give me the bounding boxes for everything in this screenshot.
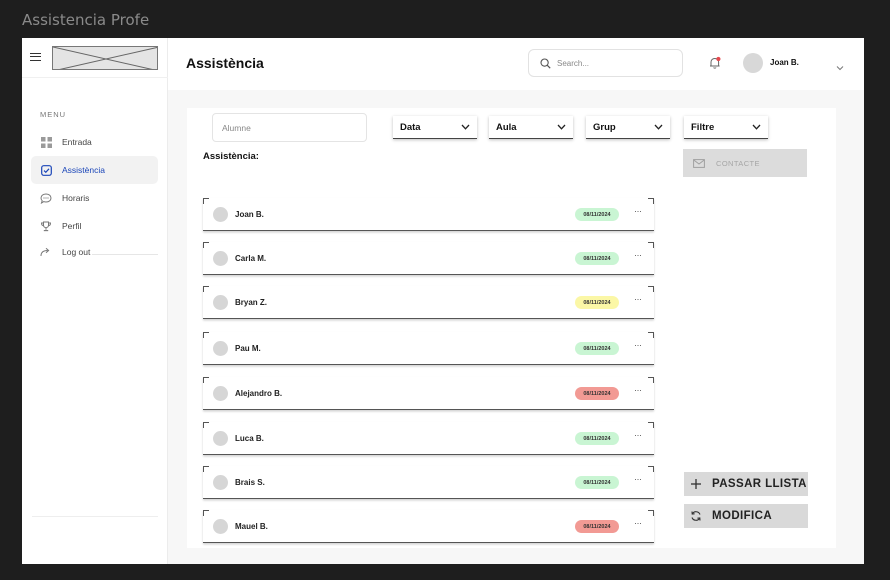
mail-icon	[693, 158, 705, 168]
list-item[interactable]: Mauel B. 08/11/2024 ···	[203, 510, 654, 543]
dropdown-filtre[interactable]: Filtre	[684, 116, 768, 139]
plus-icon	[690, 478, 702, 490]
search-input[interactable]	[557, 58, 667, 68]
sidebar-item-entrada[interactable]: Entrada	[31, 128, 158, 156]
passar-llista-label: PASSAR LLISTA	[712, 478, 807, 490]
student-name: Alejandro B.	[235, 389, 283, 398]
list-item[interactable]: Brais S. 08/11/2024 ···	[203, 466, 654, 499]
list-item[interactable]: Bryan Z. 08/11/2024 ···	[203, 286, 654, 319]
trophy-icon	[40, 220, 52, 232]
more-options-icon[interactable]: ···	[634, 294, 642, 304]
chevron-down-icon[interactable]	[836, 58, 844, 76]
student-name: Pau M.	[235, 344, 261, 353]
user-name[interactable]: Joan B.	[770, 58, 799, 67]
more-options-icon[interactable]: ···	[634, 206, 642, 216]
refresh-icon	[690, 510, 702, 522]
more-options-icon[interactable]: ···	[634, 518, 642, 528]
sidebar-item-label: Log out	[62, 247, 91, 257]
sidebar-item-label: Assistència	[62, 165, 105, 175]
sidebar-header	[22, 38, 168, 78]
divider	[32, 516, 158, 517]
chevron-down-icon	[752, 122, 761, 133]
student-name: Joan B.	[235, 210, 264, 219]
dropdown-label: Filtre	[691, 121, 715, 133]
status-badge: 08/11/2024	[575, 208, 619, 221]
avatar	[213, 251, 228, 266]
sidebar-item-horaris[interactable]: Horaris	[31, 184, 158, 212]
chevron-down-icon	[654, 122, 663, 133]
search-box[interactable]	[528, 49, 683, 77]
avatar	[213, 386, 228, 401]
more-options-icon[interactable]: ···	[634, 385, 642, 395]
more-options-icon[interactable]: ···	[634, 250, 642, 260]
passar-llista-button[interactable]: PASSAR LLISTA	[684, 472, 808, 496]
dropdown-data[interactable]: Data	[393, 116, 477, 139]
status-badge: 08/11/2024	[575, 520, 619, 533]
section-label: Assistència:	[203, 151, 259, 162]
list-item[interactable]: Alejandro B. 08/11/2024 ···	[203, 377, 654, 410]
more-options-icon[interactable]: ···	[634, 340, 642, 350]
student-name: Luca B.	[235, 434, 264, 443]
search-icon	[540, 57, 551, 69]
status-badge: 08/11/2024	[575, 476, 619, 489]
chevron-down-icon	[461, 122, 470, 133]
sidebar-item-perfil[interactable]: Perfil	[31, 212, 158, 240]
dropdown-label: Data	[400, 121, 421, 133]
checkbox-icon	[40, 164, 52, 176]
alumne-search-input[interactable]	[212, 113, 367, 142]
list-item[interactable]: Joan B. 08/11/2024 ···	[203, 198, 654, 231]
avatar	[213, 207, 228, 222]
sidebar-item-logout[interactable]: Log out	[31, 238, 158, 266]
sidebar-item-label: Perfil	[62, 221, 82, 231]
logo-placeholder	[52, 46, 158, 70]
dropdown-grup[interactable]: Grup	[586, 116, 670, 139]
status-badge: 08/11/2024	[575, 296, 619, 309]
list-item[interactable]: Pau M. 08/11/2024 ···	[203, 332, 654, 365]
top-header: Assistència Joan B.	[168, 38, 864, 90]
avatar	[213, 519, 228, 534]
modifica-button[interactable]: MODIFICA	[684, 504, 808, 528]
student-name: Bryan Z.	[235, 298, 268, 307]
dropdown-label: Grup	[593, 121, 616, 133]
list-item[interactable]: Luca B. 08/11/2024 ···	[203, 422, 654, 455]
user-avatar[interactable]	[743, 53, 763, 73]
chevron-down-icon	[557, 122, 566, 133]
student-name: Carla M.	[235, 254, 267, 263]
student-name: Mauel B.	[235, 522, 268, 531]
contacte-label: CONTACTE	[716, 158, 760, 168]
frame-title: Assistencia Profe	[22, 11, 150, 29]
more-options-icon[interactable]: ···	[634, 474, 642, 484]
contacte-button[interactable]: CONTACTE	[683, 149, 807, 177]
student-name: Brais S.	[235, 478, 265, 487]
sidebar-item-label: Entrada	[62, 137, 92, 147]
grid-icon	[40, 136, 52, 148]
avatar	[213, 431, 228, 446]
divider	[92, 254, 158, 255]
status-badge: 08/11/2024	[575, 342, 619, 355]
notification-bell-icon[interactable]	[708, 56, 722, 70]
avatar	[213, 295, 228, 310]
sidebar-item-assistencia[interactable]: Assistència	[31, 156, 158, 184]
more-options-icon[interactable]: ···	[634, 430, 642, 440]
chat-bubble-icon	[40, 192, 52, 204]
status-badge: 08/11/2024	[575, 432, 619, 445]
sidebar: MENU Entrada Assistència Horaris Perfil	[22, 38, 168, 564]
menu-section-label: MENU	[40, 110, 67, 119]
sidebar-item-label: Horaris	[62, 193, 90, 203]
avatar	[213, 475, 228, 490]
dropdown-label: Aula	[496, 121, 517, 133]
page-title: Assistència	[186, 55, 264, 71]
list-item[interactable]: Carla M. 08/11/2024 ···	[203, 242, 654, 275]
modifica-label: MODIFICA	[712, 510, 773, 522]
logout-arrow-icon	[40, 246, 52, 258]
app-window: MENU Entrada Assistència Horaris Perfil	[22, 38, 864, 564]
dropdown-aula[interactable]: Aula	[489, 116, 573, 139]
hamburger-menu-icon[interactable]	[30, 53, 41, 61]
avatar	[213, 341, 228, 356]
status-badge: 08/11/2024	[575, 252, 619, 265]
status-badge: 08/11/2024	[575, 387, 619, 400]
